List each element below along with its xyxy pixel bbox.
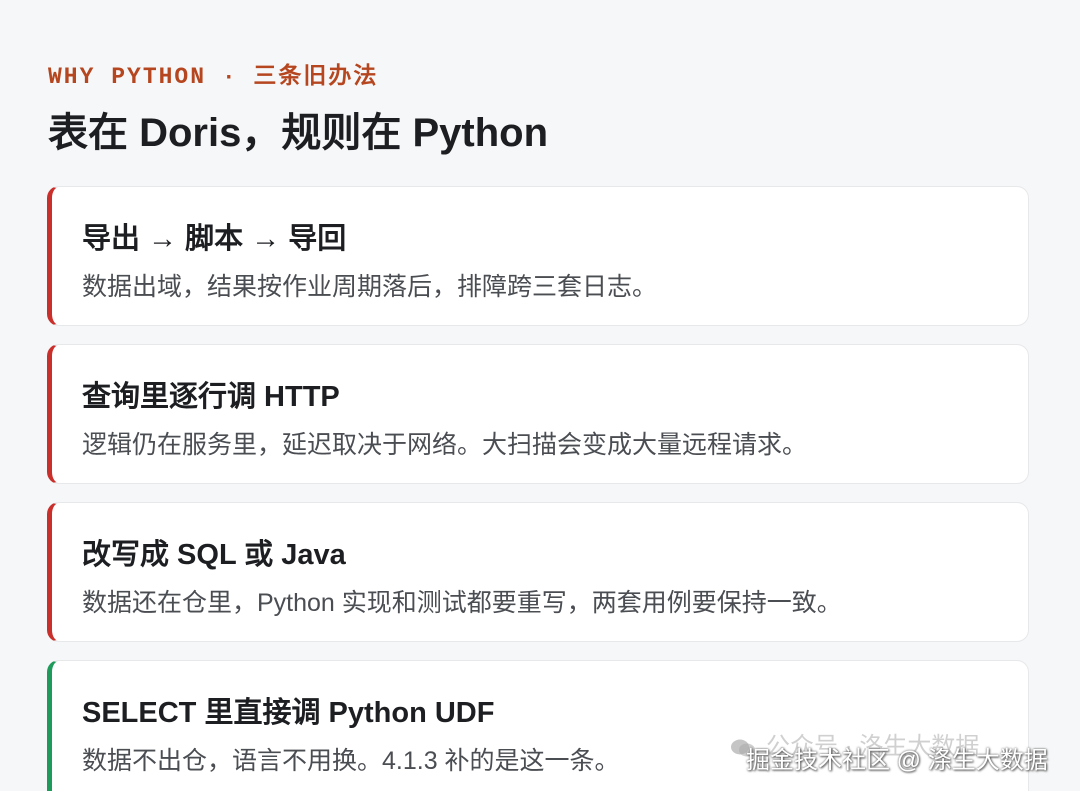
juejin-watermark: 掘金技术社区 @ 涤生大数据 bbox=[746, 747, 1048, 774]
card-export-script: 导出 → 脚本 → 导回 数据出域，结果按作业周期落后，排障跨三套日志。 bbox=[47, 186, 1029, 326]
card-rewrite-sql-java: 改写成 SQL 或 Java 数据还在仓里，Python 实现和测试都要重写，两… bbox=[47, 502, 1029, 642]
page-title: 表在 Doris，规则在 Python bbox=[48, 111, 549, 155]
eyebrow-label: WHY PYTHON · 三条旧办法 bbox=[48, 64, 379, 90]
card-description: 逻辑仍在服务里，延迟取决于网络。大扫描会变成大量远程请求。 bbox=[82, 431, 808, 459]
card-http-call: 查询里逐行调 HTTP 逻辑仍在服务里，延迟取决于网络。大扫描会变成大量远程请求… bbox=[47, 344, 1029, 484]
card-title: SELECT 里直接调 Python UDF bbox=[82, 697, 495, 729]
card-title: 查询里逐行调 HTTP bbox=[82, 381, 340, 413]
card-description: 数据不出仓，语言不用换。4.1.3 补的是这一条。 bbox=[82, 747, 620, 775]
card-title: 导出 → 脚本 → 导回 bbox=[82, 223, 347, 255]
card-title: 改写成 SQL 或 Java bbox=[82, 539, 346, 571]
card-description: 数据还在仓里，Python 实现和测试都要重写，两套用例要保持一致。 bbox=[82, 589, 842, 617]
slide-page: WHY PYTHON · 三条旧办法 表在 Doris，规则在 Python 导… bbox=[0, 0, 1080, 791]
card-description: 数据出域，结果按作业周期落后，排障跨三套日志。 bbox=[82, 273, 658, 301]
